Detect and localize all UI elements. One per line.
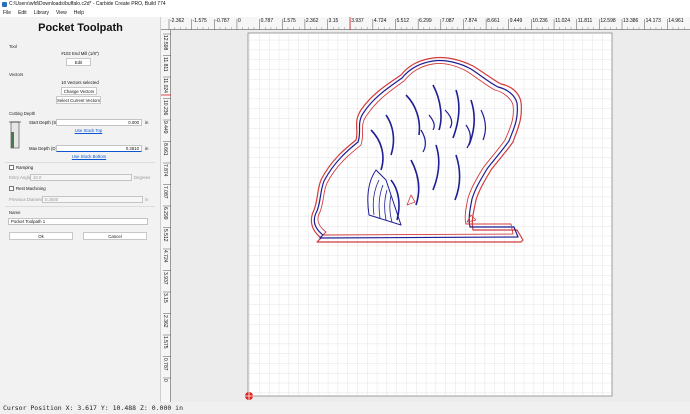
ruler-x-label: 14.961 xyxy=(668,18,684,24)
origin-marker-icon xyxy=(245,392,253,400)
ruler-x-label: 14.173 xyxy=(645,18,661,24)
depth-diagram-icon xyxy=(9,121,21,149)
ruler-x-label: 7.874 xyxy=(464,18,477,24)
ruler-y-label: 7.087 xyxy=(162,185,168,199)
ruler-y-label: 6.299 xyxy=(162,207,168,220)
ruler-x-label: 11.811 xyxy=(577,18,593,24)
ruler-y-label: 0.787 xyxy=(162,357,168,371)
rest-machining-label: Rest Machining xyxy=(16,186,46,191)
ruler-x-label: 5.512 xyxy=(396,18,410,24)
window-title: C:\Users\wfd\Downloads\buffalo.c2d* - Ca… xyxy=(9,1,166,7)
ruler-x-label: 2.362 xyxy=(305,18,319,24)
use-stock-bottom-link[interactable]: Use Stock Bottom xyxy=(64,154,114,159)
vertical-ruler: 12.598 11.811 11.024 10.236 9.449 8.661 7.874 7… xyxy=(161,30,171,402)
divider xyxy=(5,162,155,163)
ok-button[interactable]: Ok xyxy=(9,232,73,240)
ruler-x-label: 13.386 xyxy=(623,18,639,24)
tool-name: #102 End Mill (1/8") xyxy=(61,51,99,56)
ruler-y-label: 0 xyxy=(162,379,168,382)
menu-file[interactable]: File xyxy=(3,9,11,17)
horizontal-ruler: -2.362 -1.575 -0.787 0 0.787 1.575 2.362 3.15 3.… xyxy=(161,17,690,30)
ruler-x-label: -1.575 xyxy=(192,18,207,24)
ruler-x-label: 8.661 xyxy=(487,18,500,24)
name-section-label: Name xyxy=(9,210,21,215)
design-canvas[interactable] xyxy=(171,30,690,402)
ruler-y-label: 7.874 xyxy=(162,164,168,177)
cancel-button[interactable]: Cancel xyxy=(83,232,147,240)
ruler-y-label: 3.15 xyxy=(162,293,168,303)
ruler-x-label: 7.087 xyxy=(441,18,455,24)
ruler-y-label: 10.236 xyxy=(162,99,168,115)
cursor-position-readout: Cursor Position X: 3.617 Y: 10.488 Z: 0.… xyxy=(3,404,184,412)
ruler-x-label: 10.236 xyxy=(532,18,548,24)
change-vectors-button[interactable]: Change Vectors xyxy=(61,87,97,95)
title-bar: C:\Users\wfd\Downloads\buffalo.c2d* - Ca… xyxy=(0,0,690,9)
app-icon xyxy=(2,2,7,7)
ruler-x-label: 9.449 xyxy=(509,18,523,24)
ruler-y-label: 3.937 xyxy=(162,271,168,285)
toolpath-panel: Pocket Toolpath Tool #102 End Mill (1/8"… xyxy=(0,17,161,402)
tool-section-label: Tool xyxy=(9,44,17,49)
ruler-x-label: 11.024 xyxy=(555,18,570,24)
menu-view[interactable]: View xyxy=(56,9,67,17)
ruler-y-label: 4.724 xyxy=(162,250,168,263)
toolpath-name-input[interactable]: Pocket Toolpath 1 xyxy=(8,218,148,225)
divider xyxy=(5,206,155,207)
ruler-x-label: 12.598 xyxy=(600,18,616,24)
ruler-x-label: 6.299 xyxy=(419,18,432,24)
ruler-y-label: 11.024 xyxy=(162,78,168,93)
start-depth-label: Start Depth (S) xyxy=(29,120,58,125)
ruler-x-label: 1.575 xyxy=(283,18,296,24)
panel-title: Pocket Toolpath xyxy=(38,22,123,34)
entry-angle-input[interactable]: 10.0 xyxy=(30,174,132,181)
menu-help[interactable]: Help xyxy=(74,9,84,17)
menu-bar: File Edit Library View Help xyxy=(0,9,690,17)
vectors-section-label: Vectors xyxy=(9,72,24,77)
ruler-y-label: 12.598 xyxy=(162,35,168,51)
vectors-selected-text: 10 Vectors selected xyxy=(61,80,99,85)
ruler-y-label: 9.449 xyxy=(162,121,168,134)
entry-angle-unit: Degrees xyxy=(134,175,151,180)
ruler-x-label: 0.787 xyxy=(260,18,274,24)
ruler-x-label: 3.937 xyxy=(351,18,364,24)
previous-diameter-input[interactable]: 0.2500 xyxy=(42,196,143,203)
ruler-x-label: -2.362 xyxy=(170,18,185,24)
ruler-y-label: 11.811 xyxy=(162,56,168,72)
cutting-depth-section-label: Cutting Depth xyxy=(9,111,36,116)
ruler-x-label: 3.15 xyxy=(328,18,339,24)
previous-diameter-label: Previous Diameter xyxy=(9,197,45,202)
ruler-y-label: 5.512 xyxy=(162,228,168,242)
grid xyxy=(248,33,612,396)
max-depth-unit: in xyxy=(145,146,149,151)
ruler-y-label: 1.575 xyxy=(162,336,168,349)
ruler-x-label: 4.724 xyxy=(373,18,387,24)
max-depth-input[interactable]: 0.3810 xyxy=(56,145,142,152)
status-bar: Cursor Position X: 3.617 Y: 10.488 Z: 0.… xyxy=(0,402,690,414)
previous-diameter-unit: in xyxy=(145,197,149,202)
max-depth-label: Max Depth (D) xyxy=(29,146,57,151)
design-canvas-svg[interactable] xyxy=(171,30,690,402)
ruler-x-label: -0.787 xyxy=(215,18,230,24)
ruler-x-label: 0 xyxy=(237,18,241,24)
ruler-y-label: 8.661 xyxy=(162,142,168,156)
start-depth-unit: in xyxy=(145,120,149,125)
entry-angle-label: Entry Angle xyxy=(9,175,31,180)
menu-library[interactable]: Library xyxy=(34,9,49,17)
start-depth-input[interactable]: 0.000 xyxy=(56,119,142,126)
select-current-vectors-button[interactable]: Select Current Vectors xyxy=(56,96,101,104)
edit-tool-button[interactable]: Edit xyxy=(66,58,91,66)
ramping-checkbox[interactable] xyxy=(9,165,14,170)
ramping-label: Ramping xyxy=(16,165,34,170)
ruler-y-label: 2.362 xyxy=(162,314,168,328)
rest-machining-checkbox[interactable] xyxy=(9,186,14,191)
use-stock-top-link[interactable]: Use Stock Top xyxy=(66,128,111,133)
menu-edit[interactable]: Edit xyxy=(18,9,27,17)
